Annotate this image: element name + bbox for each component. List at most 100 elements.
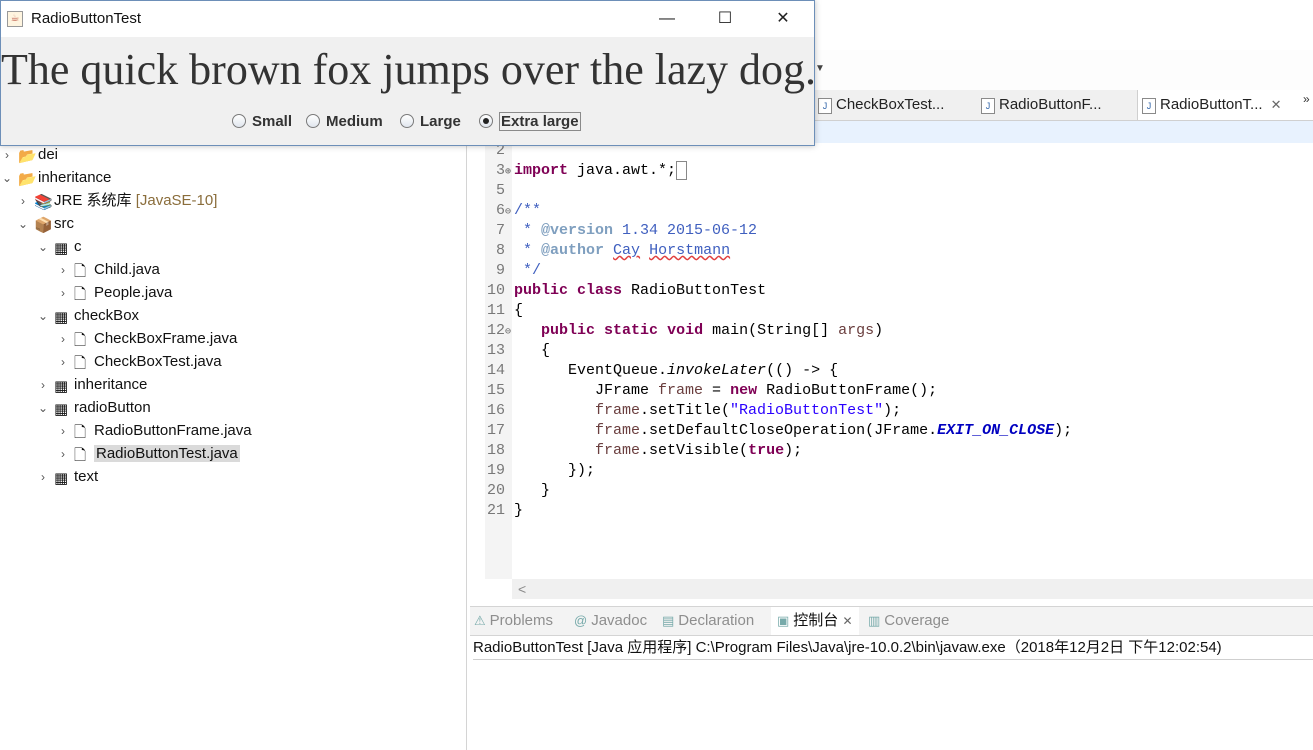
java-file-icon: 🗋: [74, 263, 87, 280]
java-file-icon: 🗋: [74, 332, 87, 349]
coverage-icon: ▥: [868, 613, 881, 628]
sample-text-label: The quick brown fox jumps over the lazy …: [1, 45, 814, 94]
radio-small[interactable]: Small: [232, 110, 292, 134]
package-explorer: › 📂dei ⌄ 📂inheritance › 📚JRE 系统库 [JavaSE-10…: [0, 90, 467, 750]
fold-collapse-icon[interactable]: ⊖: [505, 323, 514, 343]
java-file-icon: J: [818, 98, 832, 114]
package-icon: ▦: [54, 240, 69, 257]
radio-button-test-window: ☕ RadioButtonTest — ☐ ✕ The quick brown …: [0, 0, 815, 146]
chevron-down-icon[interactable]: ⌄: [36, 397, 50, 419]
problems-icon: ⚠: [474, 613, 486, 628]
code-line: 8 * @author Cay Horstmann: [495, 242, 731, 259]
minimize-icon[interactable]: —: [638, 1, 696, 37]
tree-item-people-java[interactable]: › 🗋 People.java: [56, 282, 172, 304]
radio-checked-icon[interactable]: [479, 114, 493, 128]
code-line: 13 {: [486, 342, 551, 359]
radio-circle-icon[interactable]: [306, 114, 320, 128]
code-line: 10 public class RadioButtonTest: [486, 282, 767, 299]
chevron-right-icon[interactable]: ›: [56, 328, 70, 350]
tree-item-radiobuttonframe-java[interactable]: › 🗋 RadioButtonFrame.java: [56, 420, 252, 442]
code-line: 19 });: [486, 462, 596, 479]
code-line: 17 frame.setDefaultCloseOperation(JFrame…: [486, 422, 1073, 439]
package-icon: ▦: [54, 470, 69, 487]
tree-item-package-c[interactable]: ⌄ ▦ c: [36, 236, 82, 258]
chevron-down-icon[interactable]: ⌄: [0, 167, 14, 189]
tab-javadoc[interactable]: @ Javadoc: [574, 607, 647, 635]
tab-radiobuttonframe[interactable]: J RadioButtonF...: [977, 90, 1149, 120]
chevron-right-icon[interactable]: ›: [56, 351, 70, 373]
tab-checkboxtest[interactable]: J CheckBoxTest...: [814, 90, 991, 120]
java-app-icon: ☕: [7, 11, 23, 27]
code-line: 20 }: [486, 482, 551, 499]
horizontal-scrollbar[interactable]: <: [512, 579, 1313, 599]
tree-item-child-java[interactable]: › 🗋 Child.java: [56, 259, 160, 281]
package-icon: ▦: [54, 309, 69, 326]
scroll-left-icon[interactable]: <: [518, 579, 526, 599]
tree-item-jre-library[interactable]: › 📚JRE 系统库 [JavaSE-10]: [16, 190, 217, 212]
tree-item-package-radiobutton[interactable]: ⌄ ▦ radioButton: [36, 397, 151, 419]
window-titlebar[interactable]: ☕ RadioButtonTest — ☐ ✕: [1, 1, 814, 37]
maximize-icon[interactable]: ☐: [696, 1, 754, 37]
tree-item-checkboxtest-java[interactable]: › 🗋 CheckBoxTest.java: [56, 351, 222, 373]
close-icon[interactable]: ✕: [754, 1, 812, 37]
close-tab-icon[interactable]: ✕: [1271, 97, 1282, 112]
chevron-right-icon[interactable]: ›: [36, 466, 50, 488]
java-file-icon: 🗋: [74, 447, 87, 464]
fold-collapse-icon[interactable]: ⊖: [505, 203, 514, 223]
source-folder-icon: 📦: [34, 217, 53, 234]
package-icon: ▦: [54, 401, 69, 418]
chevron-down-icon[interactable]: ⌄: [36, 305, 50, 327]
project-icon: 📂: [18, 171, 37, 188]
radio-large[interactable]: Large: [400, 110, 461, 134]
code-line: 18 frame.setVisible(true);: [486, 442, 803, 459]
radio-circle-icon[interactable]: [232, 114, 246, 128]
code-editor[interactable]: [470, 121, 1313, 579]
code-line: 12⊖ public static void main(String[] arg…: [485, 321, 883, 341]
close-tab-icon[interactable]: ✕: [842, 614, 852, 628]
window-title: RadioButtonTest: [31, 10, 142, 27]
chevron-right-icon[interactable]: ›: [16, 190, 30, 212]
tab-declaration[interactable]: ▤ Declaration: [662, 607, 754, 635]
java-file-icon: 🗋: [74, 424, 87, 441]
tab-console[interactable]: ▣ 控制台 ✕: [771, 607, 859, 635]
chevron-down-icon[interactable]: ⌄: [36, 236, 50, 258]
tree-item-src[interactable]: ⌄ 📦src: [16, 213, 74, 235]
chevron-right-icon[interactable]: ›: [56, 282, 70, 304]
library-icon: 📚: [34, 194, 53, 211]
tabs-overflow-icon[interactable]: »: [1303, 92, 1310, 106]
code-line: 9 */: [495, 262, 542, 279]
chevron-right-icon[interactable]: ›: [56, 420, 70, 442]
bottom-view-tab-bar: ⚠ Problems @ Javadoc ▤ Declaration ▣ 控制台 ✕ ▥…: [470, 606, 1313, 636]
project-icon: 📂: [18, 148, 37, 165]
tree-item-inheritance-project[interactable]: ⌄ 📂inheritance: [0, 167, 111, 189]
tree-item-package-inheritance[interactable]: › ▦ inheritance: [36, 374, 147, 396]
code-line: 7 * @version 1.34 2015-06-12: [495, 222, 758, 239]
declaration-icon: ▤: [662, 613, 675, 628]
radio-medium[interactable]: Medium: [306, 110, 383, 134]
chevron-right-icon[interactable]: ›: [0, 144, 14, 166]
java-file-icon: 🗋: [74, 355, 87, 372]
tab-coverage[interactable]: ▥ Coverage: [868, 607, 949, 635]
tree-item-radiobuttontest-java[interactable]: › 🗋 RadioButtonTest.java: [56, 443, 240, 465]
tree-item-package-text[interactable]: › ▦ text: [36, 466, 98, 488]
tab-radiobuttontest[interactable]: J RadioButtonT... ✕: [1137, 90, 1313, 120]
chevron-right-icon[interactable]: ›: [36, 374, 50, 396]
code-line: 16 frame.setTitle("RadioButtonTest");: [486, 402, 902, 419]
tree-item-package-checkbox[interactable]: ⌄ ▦ checkBox: [36, 305, 139, 327]
code-line: 6⊖/**: [485, 201, 541, 221]
code-line: 11 {: [486, 302, 524, 319]
chevron-down-icon[interactable]: ⌄: [16, 213, 30, 235]
chevron-right-icon[interactable]: ›: [56, 259, 70, 281]
java-file-icon: J: [1142, 98, 1156, 114]
radio-extra-large[interactable]: Extra large: [479, 110, 581, 134]
toolbar-dropdown-icon[interactable]: ▼: [815, 63, 825, 74]
at-sign-icon: @: [574, 613, 588, 628]
tab-problems[interactable]: ⚠ Problems: [474, 607, 553, 635]
fold-expand-icon[interactable]: ⊕: [505, 163, 514, 183]
radio-circle-icon[interactable]: [400, 114, 414, 128]
tree-item-checkboxframe-java[interactable]: › 🗋 CheckBoxFrame.java: [56, 328, 237, 350]
package-icon: ▦: [54, 378, 69, 395]
chevron-right-icon[interactable]: ›: [56, 443, 70, 465]
code-line: 14 EventQueue.invokeLater(() -> {: [486, 362, 839, 379]
tree-item-dei[interactable]: › 📂dei: [0, 144, 58, 166]
